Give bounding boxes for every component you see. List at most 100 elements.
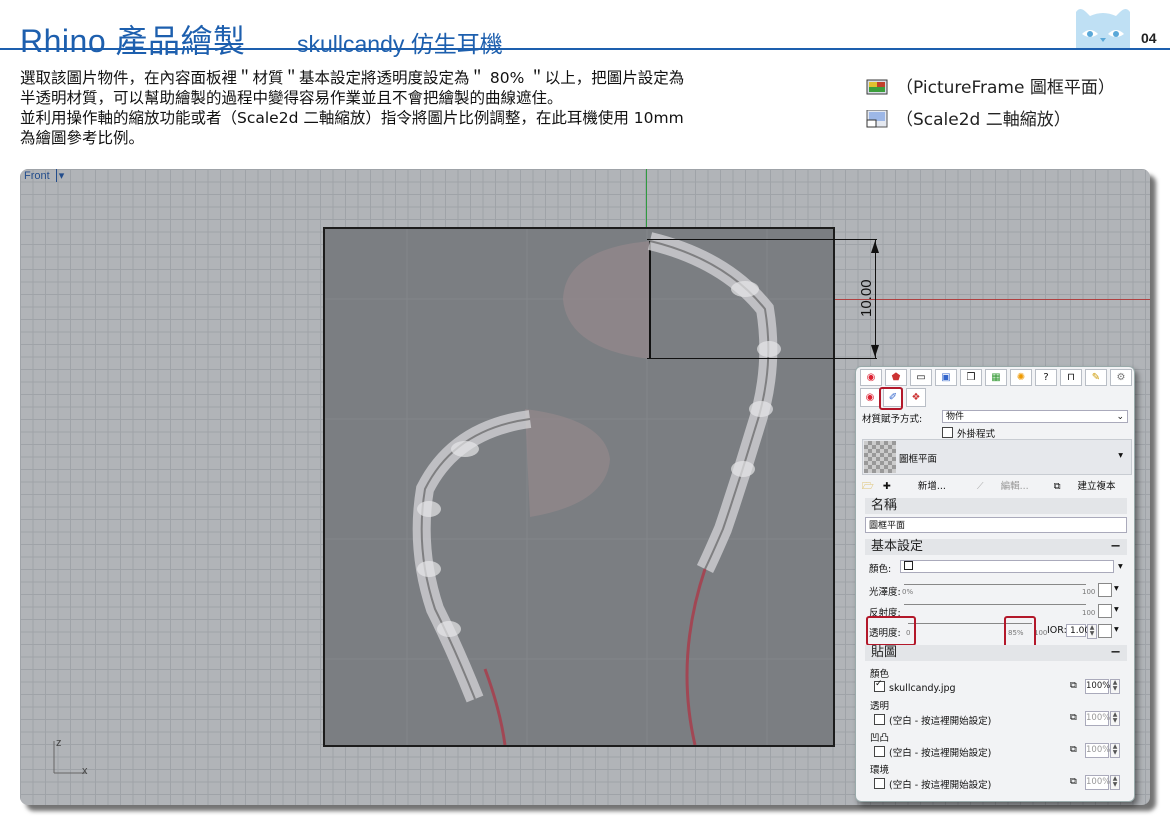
chevron-down-icon: ⌄ [1116, 412, 1124, 422]
collapse-icon[interactable]: − [1110, 645, 1121, 661]
viewport-tab[interactable]: Front ▾ [24, 169, 64, 182]
map-env-label: 環境 [870, 765, 890, 776]
section-basic-header[interactable]: 基本設定 − [865, 539, 1127, 555]
page-subtitle: skullcandy 仿生耳機 [297, 31, 503, 57]
new-button[interactable]: 新增... [918, 481, 946, 492]
gloss-slider[interactable] [904, 584, 1086, 585]
map-bump-label: 凹凸 [870, 733, 890, 744]
dimension-extension-top [647, 239, 877, 240]
map-bump-amount[interactable]: 100% [1085, 743, 1110, 758]
object-tab-icon[interactable]: ◉ [860, 388, 880, 407]
page-title: Rhino 產品繪製 [20, 23, 246, 59]
ior-spinner[interactable]: ▲ ▼ [1087, 624, 1097, 639]
reflect-max: 100 [1082, 609, 1096, 617]
name-input[interactable]: 圖框平面 [865, 517, 1127, 533]
gloss-color-swatch[interactable] [1098, 583, 1112, 597]
owl-logo-icon [1076, 9, 1130, 48]
map-color-spinner[interactable]: ▲ ▼ [1110, 679, 1120, 694]
color-field[interactable] [900, 560, 1114, 573]
map-bump-spinner[interactable]: ▲ ▼ [1110, 743, 1120, 758]
texture-edit-icon[interactable]: ⧉ [1070, 680, 1077, 691]
map-transp-label: 透明 [870, 701, 890, 712]
gloss-max: 100 [1082, 588, 1096, 596]
color-wheel-icon[interactable]: ◉ [860, 369, 882, 386]
map-bump-row[interactable]: (空白 - 按這裡開始設定) [874, 745, 991, 759]
assign-select[interactable]: 物件 ⌄ [942, 410, 1128, 423]
add-icon[interactable]: ✚ [883, 481, 891, 492]
map-env-spinner[interactable]: ▲ ▼ [1110, 775, 1120, 790]
chevron-down-icon[interactable]: ▾ [1114, 624, 1119, 635]
checkbox[interactable] [874, 679, 885, 692]
map-bump-file: (空白 - 按這裡開始設定) [889, 748, 992, 759]
shield-icon[interactable]: ⬟ [885, 369, 907, 386]
edit-button[interactable]: 編輯... [1001, 481, 1029, 492]
description-line: 並利用操作軸的縮放功能或者（Scale2d 二軸縮放）指令將圖片比例調整，在此耳… [20, 109, 684, 127]
window-icon[interactable]: ⊓ [1060, 369, 1082, 386]
picture-frame[interactable] [323, 227, 835, 747]
picture-icon[interactable]: ▣ [935, 369, 957, 386]
chevron-down-icon[interactable]: ▾ [1114, 583, 1119, 594]
transparency-max: 100 [1034, 629, 1048, 637]
chevron-down-icon[interactable]: ▾ [1118, 561, 1123, 572]
reflect-color-swatch[interactable] [1098, 604, 1112, 618]
sun-icon[interactable]: ✺ [1010, 369, 1032, 386]
help-icon[interactable]: ? [1035, 369, 1057, 386]
checkbox[interactable] [874, 746, 885, 757]
paint-icon[interactable]: ✎ [1085, 369, 1107, 386]
map-transp-amount[interactable]: 100% [1085, 711, 1110, 726]
section-maps-header[interactable]: 貼圖 − [865, 645, 1127, 661]
checkbox[interactable] [942, 427, 953, 438]
material-selector[interactable]: 圖框平面 ▾ [862, 439, 1132, 475]
description: 選取該圖片物件，在內容面板裡＂材質＂基本設定將透明度設定為＂ 80% ＂以上，把… [20, 68, 830, 148]
chevron-down-icon: ▾ [1118, 450, 1123, 461]
command-label: （Scale2d 二軸縮放） [896, 110, 1071, 130]
command-scale2d: （Scale2d 二軸縮放） [866, 105, 1071, 130]
transparency-color-swatch[interactable] [1098, 624, 1112, 638]
texture-tab-icon[interactable]: ❖ [906, 388, 926, 407]
collapse-icon[interactable]: − [1110, 539, 1121, 555]
checkbox[interactable] [874, 778, 885, 789]
name-value: 圖框平面 [869, 521, 906, 531]
chevron-down-icon[interactable]: ▾ [55, 169, 64, 182]
map-color-amount[interactable]: 100% [1085, 679, 1110, 694]
rgb-icon[interactable]: ▦ [985, 369, 1007, 386]
dimension-value: 10.00 [858, 279, 875, 317]
material-thumbnail [864, 441, 896, 473]
material-name: 圖框平面 [899, 454, 938, 465]
monitor-icon[interactable]: ▭ [910, 369, 932, 386]
highlight-transparency-value [1004, 616, 1036, 648]
map-transp-spinner[interactable]: ▲ ▼ [1110, 711, 1120, 726]
axis-label-x: x [82, 765, 88, 777]
folder-icon[interactable]: 🗁 [862, 481, 874, 492]
plugin-checkbox[interactable]: 外掛程式 [942, 426, 995, 440]
texture-edit-icon[interactable]: ⧉ [1070, 744, 1077, 755]
map-color-row[interactable]: skullcandy.jpg [874, 679, 956, 694]
section-title: 基本設定 [871, 539, 924, 554]
ior-label: IOR: [1047, 625, 1067, 636]
dimension-extension-bottom [647, 358, 877, 359]
checkbox[interactable] [874, 714, 885, 725]
map-transp-row[interactable]: (空白 - 按這裡開始設定) [874, 713, 991, 727]
cube-icon[interactable]: ❒ [960, 369, 982, 386]
texture-edit-icon[interactable]: ⧉ [1070, 712, 1077, 723]
ior-input[interactable]: 1.00 [1066, 624, 1090, 637]
gear-icon[interactable]: ⚙ [1110, 369, 1132, 386]
section-name-header[interactable]: 名稱 [865, 498, 1127, 514]
assign-label: 材質賦予方式: [862, 414, 923, 425]
scale2d-icon [866, 110, 888, 128]
gloss-label: 光澤度: [869, 587, 901, 598]
color-label: 顏色: [869, 564, 892, 575]
y-axis-line [646, 169, 647, 229]
copy-icon[interactable]: ⧉ [1054, 481, 1061, 492]
chevron-down-icon[interactable]: ▾ [1114, 604, 1119, 615]
duplicate-button[interactable]: 建立複本 [1078, 481, 1116, 492]
reflect-slider[interactable] [904, 604, 1086, 605]
panel-toolbar: ◉ ⬟ ▭ ▣ ❒ ▦ ✺ ? ⊓ ✎ ⚙ [860, 369, 1132, 387]
earphone-image [325, 229, 833, 745]
texture-edit-icon[interactable]: ⧉ [1070, 776, 1077, 787]
material-buttons: 🗁 ✚ 新增... ⟋ 編輯... ⧉ 建立複本 [862, 478, 1130, 495]
gloss-min: 0% [902, 588, 914, 596]
map-env-amount[interactable]: 100% [1085, 775, 1110, 790]
map-env-row[interactable]: (空白 - 按這裡開始設定) [874, 777, 991, 791]
color-swatch-icon [904, 561, 913, 570]
